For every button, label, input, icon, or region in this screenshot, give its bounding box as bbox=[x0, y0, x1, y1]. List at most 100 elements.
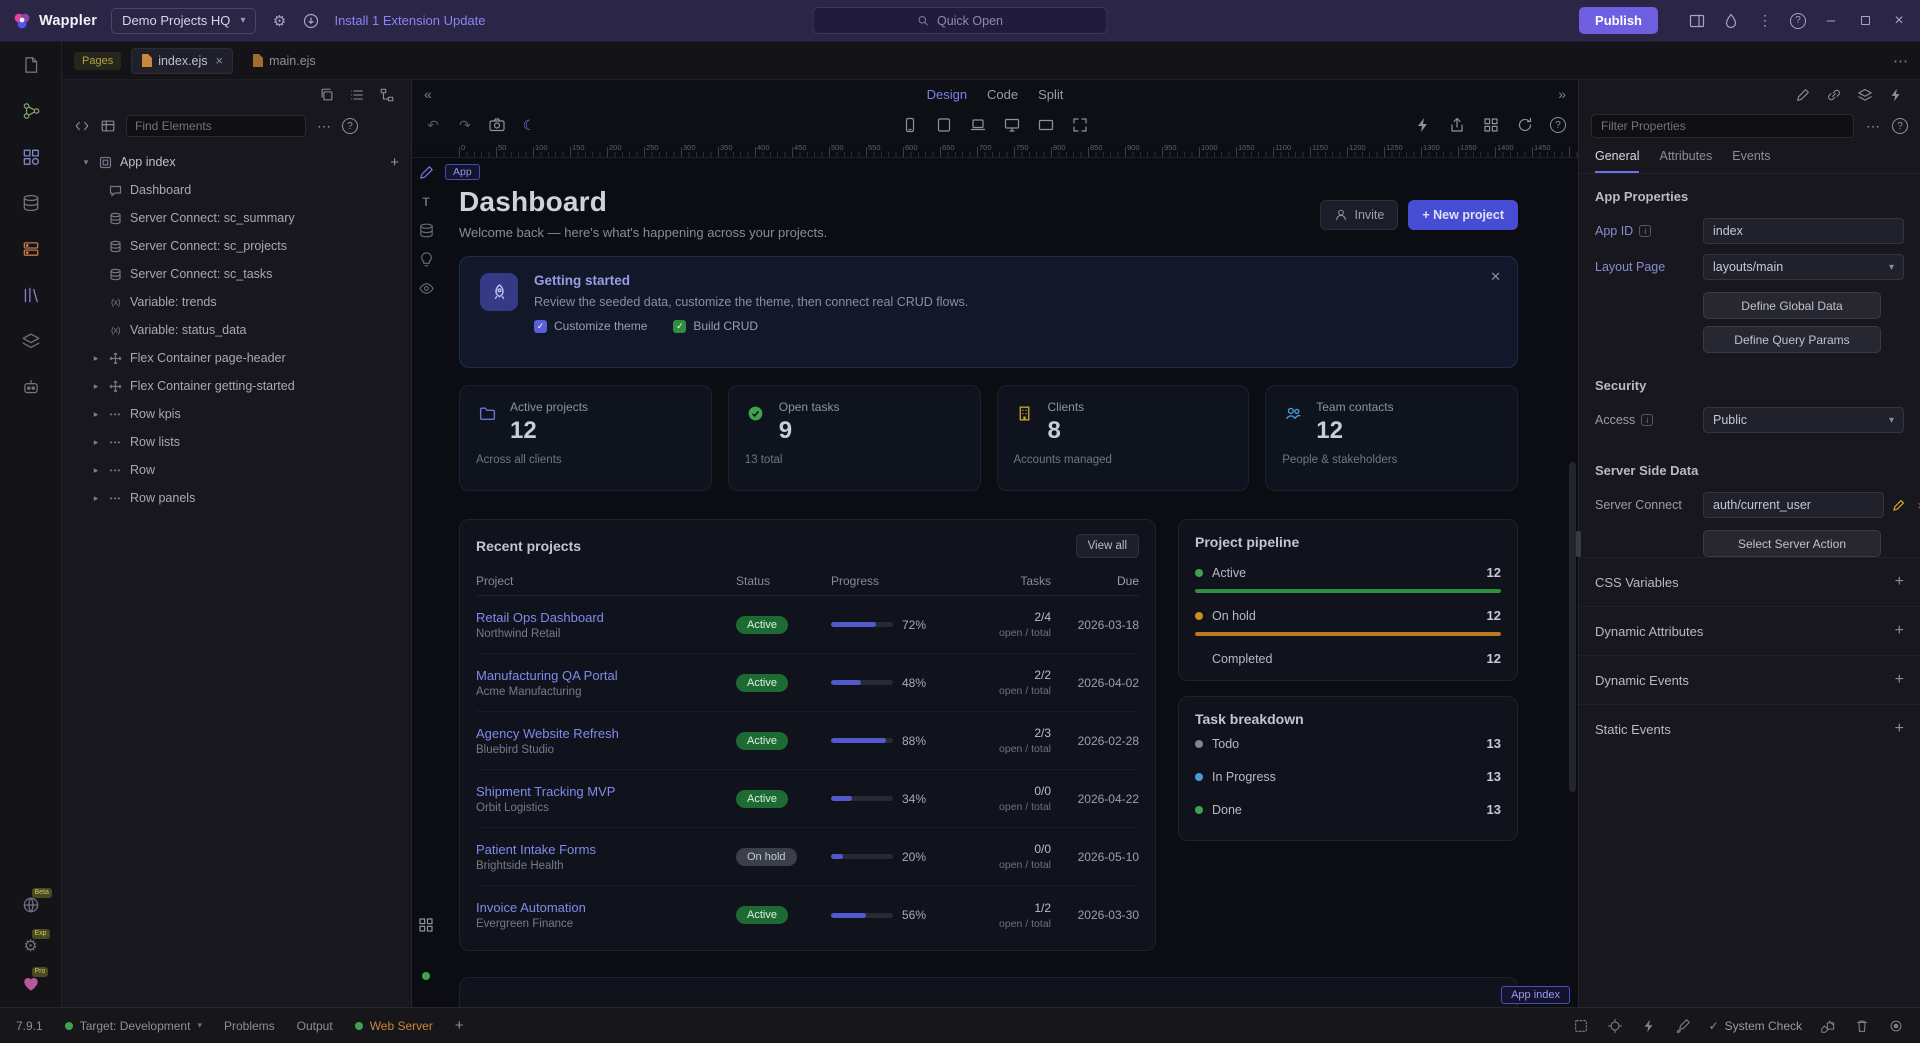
tree-item-flex-container[interactable]: ▸ Flex Container getting-started bbox=[62, 372, 411, 400]
maximize-icon[interactable] bbox=[1856, 12, 1874, 30]
layers-icon[interactable] bbox=[1857, 87, 1873, 103]
server-connect-input[interactable] bbox=[1703, 492, 1884, 518]
list-view-icon[interactable] bbox=[349, 87, 365, 103]
tab-overflow-icon[interactable]: ⋯ bbox=[1893, 52, 1908, 70]
pages-panel-icon[interactable] bbox=[21, 55, 41, 75]
collapse-panel-left-icon[interactable]: « bbox=[424, 86, 432, 102]
record-icon[interactable] bbox=[1888, 1018, 1904, 1034]
project-link[interactable]: Patient Intake Forms bbox=[476, 842, 736, 857]
device-tablet-icon[interactable] bbox=[935, 116, 953, 134]
extension-update-link[interactable]: Install 1 Extension Update bbox=[334, 13, 485, 28]
crosshair-icon[interactable] bbox=[1607, 1018, 1623, 1034]
target-selector[interactable]: Target: Development ▾ bbox=[65, 1019, 202, 1033]
more-ellipsis-icon[interactable]: ⋯ bbox=[316, 118, 332, 134]
database-panel-icon[interactable] bbox=[21, 193, 41, 213]
selection-box-icon[interactable] bbox=[1573, 1018, 1589, 1034]
ai-assistant-icon[interactable] bbox=[21, 377, 41, 397]
typography-icon[interactable]: T bbox=[418, 193, 435, 210]
tree-item-variable[interactable]: (x) Variable: status_data bbox=[62, 316, 411, 344]
workflows-panel-icon[interactable] bbox=[21, 101, 41, 121]
section-dynamic-events[interactable]: Dynamic Events + bbox=[1579, 655, 1920, 704]
tree-item-row[interactable]: ▸ ••• Row bbox=[62, 456, 411, 484]
grid-toggle-icon[interactable] bbox=[417, 916, 435, 934]
section-dynamic-attributes[interactable]: Dynamic Attributes + bbox=[1579, 606, 1920, 655]
invite-button[interactable]: Invite bbox=[1320, 200, 1398, 230]
add-element-icon[interactable]: + bbox=[390, 154, 399, 171]
code-view-icon[interactable] bbox=[74, 118, 90, 134]
tree-item-server-connect[interactable]: Server Connect: sc_tasks bbox=[62, 260, 411, 288]
view-all-button[interactable]: View all bbox=[1076, 534, 1139, 558]
bolt-icon[interactable] bbox=[1641, 1018, 1657, 1034]
device-desktop-icon[interactable] bbox=[1003, 116, 1021, 134]
layers-panel-icon[interactable] bbox=[21, 331, 41, 351]
redo-icon[interactable]: ↷ bbox=[456, 116, 474, 134]
refresh-icon[interactable] bbox=[1516, 116, 1534, 134]
tree-item-server-connect[interactable]: Server Connect: sc_summary bbox=[62, 204, 411, 232]
select-server-action-button[interactable]: Select Server Action bbox=[1703, 530, 1881, 557]
data-icon[interactable] bbox=[418, 222, 435, 239]
dark-mode-moon-icon[interactable]: ☾ bbox=[520, 116, 538, 134]
minimize-icon[interactable]: – bbox=[1822, 12, 1840, 30]
components-panel-icon[interactable] bbox=[21, 147, 41, 167]
new-project-button[interactable]: + New project bbox=[1408, 200, 1518, 230]
system-check[interactable]: ✓ System Check bbox=[1709, 1019, 1802, 1033]
chevron-down-icon[interactable]: ▾ bbox=[81, 157, 91, 168]
brush-icon[interactable] bbox=[1675, 1018, 1691, 1034]
extension-download-icon[interactable] bbox=[302, 12, 320, 30]
lightbulb-icon[interactable] bbox=[418, 251, 435, 268]
app-id-input[interactable] bbox=[1703, 218, 1904, 244]
close-tab-icon[interactable]: × bbox=[216, 53, 224, 68]
layout-page-select[interactable]: layouts/main ▾ bbox=[1703, 254, 1904, 280]
chevron-right-icon[interactable]: ▸ bbox=[91, 353, 101, 364]
chevron-right-icon[interactable]: ▸ bbox=[91, 381, 101, 392]
bolt-icon[interactable] bbox=[1414, 116, 1432, 134]
help-icon[interactable]: ? bbox=[342, 118, 358, 134]
tab-main-ejs[interactable]: main.ejs bbox=[243, 48, 325, 74]
section-static-events[interactable]: Static Events + bbox=[1579, 704, 1920, 753]
add-icon[interactable]: + bbox=[1895, 720, 1904, 738]
undo-icon[interactable]: ↶ bbox=[424, 116, 442, 134]
output-button[interactable]: Output bbox=[297, 1019, 333, 1033]
add-icon[interactable]: + bbox=[1895, 671, 1904, 689]
project-link[interactable]: Agency Website Refresh bbox=[476, 726, 736, 741]
tab-events[interactable]: Events bbox=[1732, 149, 1770, 173]
project-selector[interactable]: Demo Projects HQ ▾ bbox=[111, 8, 256, 34]
tab-code[interactable]: Code bbox=[987, 87, 1018, 102]
help-icon[interactable]: ? bbox=[1892, 118, 1908, 134]
access-select[interactable]: Public ▾ bbox=[1703, 407, 1904, 433]
add-target-icon[interactable]: + bbox=[455, 1017, 464, 1034]
filter-properties-input[interactable] bbox=[1591, 114, 1854, 138]
add-icon[interactable]: + bbox=[1895, 573, 1904, 591]
help-icon[interactable]: ? bbox=[1790, 13, 1806, 29]
edit-pencil-icon[interactable] bbox=[1795, 87, 1811, 103]
build-crud-check[interactable]: ✓ Build CRUD bbox=[673, 319, 758, 333]
pages-badge[interactable]: Pages bbox=[74, 52, 121, 70]
more-ellipsis-icon[interactable]: ⋯ bbox=[1864, 117, 1882, 135]
screenshot-camera-icon[interactable] bbox=[488, 116, 506, 134]
tab-design[interactable]: Design bbox=[927, 87, 967, 102]
tree-item-app-index[interactable]: ▾ App index + bbox=[62, 148, 411, 176]
project-link[interactable]: Retail Ops Dashboard bbox=[476, 610, 736, 625]
define-global-data-button[interactable]: Define Global Data bbox=[1703, 292, 1881, 319]
panel-resize-grip[interactable] bbox=[1576, 531, 1581, 557]
tab-general[interactable]: General bbox=[1595, 149, 1639, 173]
unlink-icon[interactable] bbox=[1826, 87, 1842, 103]
theme-droplet-icon[interactable] bbox=[1722, 12, 1740, 30]
tree-item-dashboard[interactable]: Dashboard bbox=[62, 176, 411, 204]
chevron-right-icon[interactable]: ▸ bbox=[91, 437, 101, 448]
project-link[interactable]: Invoice Automation bbox=[476, 900, 736, 915]
close-icon[interactable]: × bbox=[1890, 12, 1908, 30]
publish-button[interactable]: Publish bbox=[1579, 7, 1658, 34]
device-phone-icon[interactable] bbox=[901, 116, 919, 134]
tree-item-server-connect[interactable]: Server Connect: sc_projects bbox=[62, 232, 411, 260]
close-icon[interactable]: ✕ bbox=[1490, 269, 1501, 285]
chevron-right-icon[interactable]: ▸ bbox=[91, 409, 101, 420]
scrollbar-thumb[interactable] bbox=[1569, 462, 1576, 792]
tree-item-row[interactable]: ▸ ••• Row kpis bbox=[62, 400, 411, 428]
tab-attributes[interactable]: Attributes bbox=[1659, 149, 1712, 173]
project-link[interactable]: Shipment Tracking MVP bbox=[476, 784, 736, 799]
define-query-params-button[interactable]: Define Query Params bbox=[1703, 326, 1881, 353]
panel-layout-icon[interactable] bbox=[1688, 12, 1706, 30]
preview-eye-icon[interactable] bbox=[418, 280, 435, 297]
collapse-panel-right-icon[interactable]: » bbox=[1558, 86, 1566, 102]
